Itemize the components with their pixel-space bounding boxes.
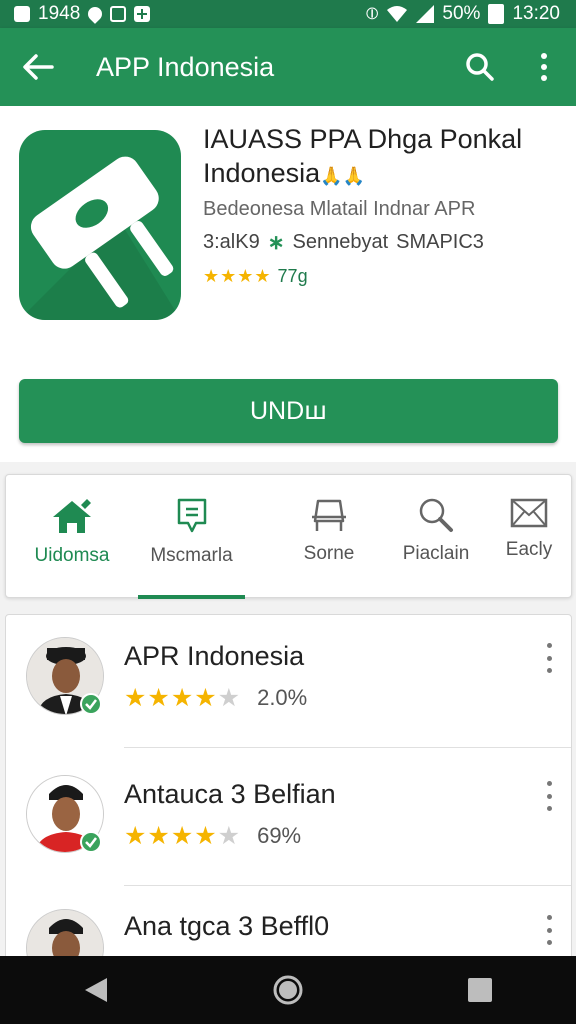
nav-home-button[interactable] bbox=[258, 960, 318, 1020]
item-rating: ★★★★★ 2.0% bbox=[124, 683, 307, 713]
rating-stars: ★★★★★ bbox=[124, 684, 242, 712]
chat-icon bbox=[177, 498, 206, 533]
status-left-time: 1948 bbox=[38, 3, 81, 24]
wifi-icon bbox=[387, 6, 408, 22]
tab-eacly[interactable]: Eacly bbox=[485, 475, 573, 599]
item-name: APR Indonesia bbox=[124, 641, 305, 671]
divider bbox=[124, 885, 571, 886]
rating-count: 77g bbox=[277, 266, 308, 286]
rating-stars: ★★★★★ bbox=[124, 822, 242, 850]
chair-icon bbox=[312, 499, 346, 531]
status-bar: 1948 ⦶ 50% 13:20 bbox=[0, 0, 576, 28]
back-button[interactable] bbox=[0, 28, 76, 106]
app-logo-icon[interactable] bbox=[19, 130, 181, 320]
category-tabs: Uidomsa Mscmarla Sorne Piaclain Eacly bbox=[5, 474, 573, 599]
item-more-button[interactable] bbox=[539, 643, 559, 673]
signal-icon bbox=[416, 5, 435, 23]
more-vert-icon bbox=[541, 53, 547, 81]
recents-icon bbox=[468, 978, 492, 1002]
item-more-button[interactable] bbox=[539, 915, 559, 945]
tab-label: Eacly bbox=[505, 539, 553, 560]
item-more-button[interactable] bbox=[539, 781, 559, 811]
battery-icon bbox=[488, 4, 505, 24]
battery-percent: 50% bbox=[442, 3, 481, 24]
tab-uidomsa[interactable]: Uidomsa bbox=[6, 475, 138, 599]
app-bar: APP Indonesia bbox=[0, 28, 576, 106]
tab-label: Uidomsa bbox=[34, 545, 110, 566]
item-rating: ★★★★★ 69% bbox=[124, 821, 301, 851]
nav-recents-button[interactable] bbox=[450, 960, 510, 1020]
rating-stars: ★★★★ bbox=[203, 266, 272, 286]
tab-sorne[interactable]: Sorne bbox=[271, 475, 387, 599]
home-icon bbox=[273, 975, 303, 1005]
search-button[interactable] bbox=[448, 28, 512, 106]
app-meta-left: 3:alK9 bbox=[203, 231, 260, 253]
item-name: Antauca 3 Belfian bbox=[124, 779, 336, 809]
plus-icon bbox=[134, 6, 151, 22]
home-icon bbox=[53, 499, 91, 533]
more-options-button[interactable] bbox=[512, 28, 576, 106]
app-bar-title: APP Indonesia bbox=[96, 51, 275, 82]
list-item[interactable]: APR Indonesia ★★★★★ 2.0% bbox=[6, 615, 571, 753]
asterisk-icon: ∗ bbox=[267, 232, 285, 254]
install-button[interactable]: UNDꟺ bbox=[19, 379, 558, 443]
vibrate-icon: ⦶ bbox=[366, 4, 379, 24]
tab-label: Piaclain bbox=[402, 543, 470, 564]
tab-label: Sorne bbox=[303, 543, 355, 564]
list-item[interactable]: Antauca 3 Belfian ★★★★★ 69% bbox=[6, 753, 571, 891]
item-value: 2.0% bbox=[257, 685, 308, 710]
tab-mscmarla[interactable]: Mscmarla bbox=[138, 475, 245, 599]
app-title: IAUASS PPA Dhga Ponkal Indonesia🙏🙏 bbox=[203, 124, 523, 188]
verified-check-icon bbox=[80, 831, 102, 853]
divider bbox=[124, 747, 571, 748]
app-meta: 3:alK9 ∗ Sennebyat SMAPIC3 bbox=[203, 230, 484, 255]
app-header: IAUASS PPA Dhga Ponkal Indonesia🙏🙏 Bedeo… bbox=[0, 106, 576, 356]
verified-check-icon bbox=[80, 693, 102, 715]
app-rating: ★★★★ 77g bbox=[203, 266, 308, 287]
tab-piaclain[interactable]: Piaclain bbox=[387, 475, 485, 599]
nav-back-button[interactable] bbox=[66, 960, 126, 1020]
message-icon bbox=[14, 6, 30, 22]
item-value: 69% bbox=[257, 823, 302, 848]
search-icon bbox=[466, 53, 494, 81]
back-icon bbox=[85, 978, 107, 1002]
system-nav-bar bbox=[0, 956, 576, 1024]
install-section: UNDꟺ bbox=[0, 356, 576, 462]
back-arrow-icon bbox=[23, 54, 54, 80]
clock: 13:20 bbox=[512, 3, 560, 24]
app-meta-mid: Sennebyat bbox=[292, 231, 389, 253]
mail-icon bbox=[510, 498, 548, 528]
tab-label: Mscmarla bbox=[150, 545, 233, 566]
search-icon bbox=[419, 498, 453, 532]
app-meta-right: SMAPIC3 bbox=[396, 231, 484, 253]
praying-hands-icon: 🙏🙏 bbox=[320, 166, 365, 186]
list-item[interactable]: Ana tgca 3 Beffl0 bbox=[6, 891, 571, 963]
app-developer[interactable]: Bedeonesa Mlatail Indnar APR bbox=[203, 198, 475, 221]
active-tab-indicator bbox=[138, 595, 245, 599]
location-icon bbox=[85, 4, 106, 24]
candidate-list: APR Indonesia ★★★★★ 2.0% Antauca 3 Belfi… bbox=[5, 614, 572, 964]
sim-icon bbox=[110, 6, 127, 22]
item-name: Ana tgca 3 Beffl0 bbox=[124, 911, 330, 941]
